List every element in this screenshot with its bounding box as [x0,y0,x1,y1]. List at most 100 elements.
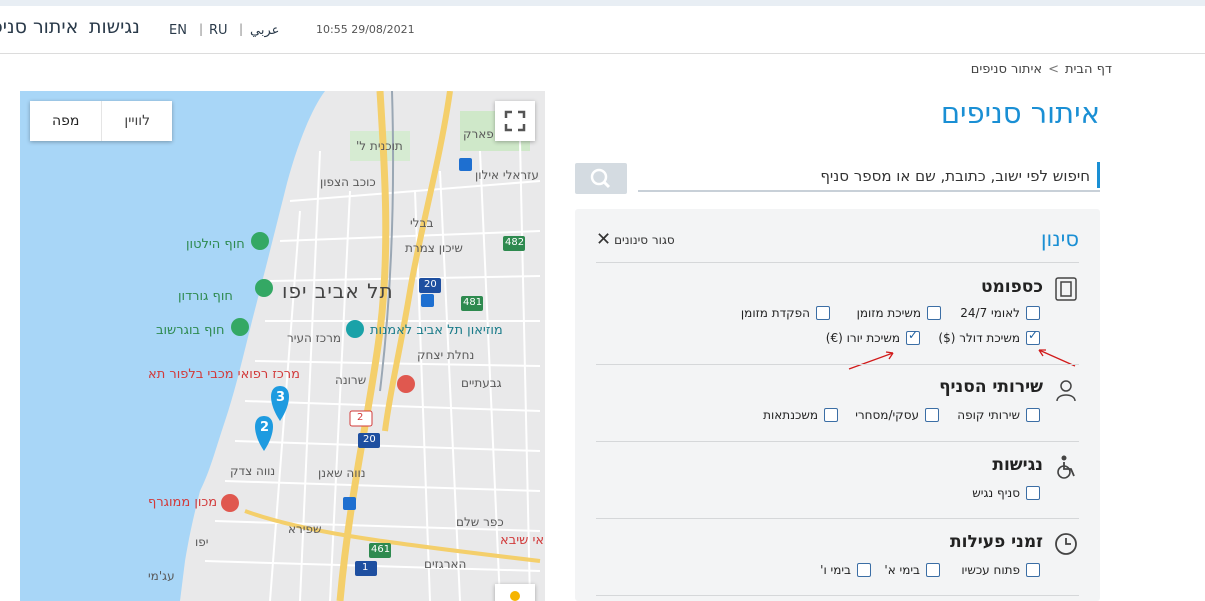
filter-option-label: בימי א' [884,563,920,577]
checkbox[interactable] [857,563,871,577]
lang-separator: | [199,22,204,36]
breadcrumb-home[interactable]: דף הבית [1065,62,1112,77]
checkbox[interactable] [1026,306,1040,320]
road-number: 1 [362,562,369,573]
branch-pin-number[interactable]: 3 [276,390,285,405]
train-station-icon [421,294,434,307]
search-accent-bar [1097,162,1100,188]
map-label: גבעתיים [461,376,502,390]
section-title-hours: זמני פעילות [950,532,1043,552]
filter-option[interactable]: משיכת מזומן [857,306,941,320]
road-number: 481 [463,297,483,308]
search-icon [590,168,611,189]
map-label: תוכנית ל' [356,139,403,153]
beach-marker [231,318,249,336]
map-label: כוכב הצפון [320,175,376,189]
map-type-map-button[interactable]: מפה [30,101,101,141]
map-label-beach: חוף בוגרשוב [156,323,225,338]
filter-option-label: פתוח עכשיו [961,563,1020,577]
checkbox[interactable] [1026,408,1040,422]
medical-marker [221,494,239,512]
map[interactable]: לונה פארק תוכנית ל' עזראלי אילון כוכב הצ… [20,91,545,601]
map-type-satellite-button[interactable]: לוויין [101,101,172,141]
map-label: שיכון צמרת [405,241,463,255]
site-header: איתור סניפים נגישות EN | RU | عربي 10:55… [0,6,1205,54]
fullscreen-button[interactable] [495,101,535,141]
checkbox[interactable] [927,306,941,320]
divider [596,364,1079,365]
road-number: 482 [505,237,525,248]
close-filters-button[interactable]: סגור סינונים ✕ [596,229,675,250]
checkbox[interactable] [1026,563,1040,577]
datetime: 10:55 29/08/2021 [316,23,415,36]
beach-marker [251,232,269,250]
nav-branch-locator[interactable]: איתור סניפים [0,16,78,38]
annotation-arrows [848,351,894,370]
filter-option[interactable]: שירותי קופה [957,408,1040,422]
checkbox[interactable] [1026,486,1040,500]
filter-option[interactable]: בימי א' [884,563,940,577]
checkbox[interactable] [925,408,939,422]
atm-icon [1055,277,1077,301]
branch-pin-number[interactable]: 2 [260,420,269,435]
map-label: נווה שאנן [318,466,366,480]
map-label: נווה צדק [230,464,276,478]
road-number: 2 [357,412,364,423]
filter-option-label: משכנתאות [763,408,818,422]
map-label-medical: מכון ממוגרף [148,495,218,510]
road-number: 20 [424,279,437,290]
map-label: עג'מי [148,569,175,583]
pegman-icon [510,591,520,601]
fullscreen-icon [504,110,526,132]
filter-option[interactable]: משכנתאות [763,408,838,422]
filter-option[interactable]: בימי ו' [820,563,871,577]
filter-option-label: הפקדת מזומן [740,306,810,320]
map-label: מרכז העיר [287,331,342,345]
map-label-medical: מרכז רפואי מכבי בלפור תא [148,367,300,382]
filter-option[interactable]: לאומי 24/7 [960,306,1040,320]
filter-title: סינון [1040,227,1079,251]
divider [596,262,1079,263]
map-label-beach: חוף הילטון [186,237,245,252]
close-icon: ✕ [596,229,612,250]
map-label: כפר שלם [456,515,504,529]
lang-ar[interactable]: عربي [250,23,279,38]
checkbox[interactable] [926,563,940,577]
map-label: עזראלי אילון [475,168,539,182]
divider [596,441,1079,442]
filter-option-label: עסקי/מסחרי [855,408,919,422]
map-label: נחלת יצחק [417,348,475,362]
filter-option-label: שירותי קופה [957,408,1020,422]
filter-option-label: סניף נגיש [972,486,1020,500]
medical-marker [397,375,415,393]
filter-option[interactable]: עסקי/מסחרי [855,408,939,422]
annotation-arrow [1038,349,1076,367]
nav-accessibility[interactable]: נגישות [89,16,140,38]
filter-panel: סינון סגור סינונים ✕ כספומט לאומי 24/7 מ… [575,209,1100,601]
wheelchair-icon [1057,455,1075,479]
filter-option-label: משיכת מזומן [856,306,921,320]
banker-icon [1056,380,1076,402]
close-filters-label: סגור סינונים [614,233,675,247]
search-input[interactable] [650,164,1090,188]
train-station-icon [343,497,356,510]
map-label: שרונה [335,373,367,387]
street-view-button[interactable] [495,584,535,601]
checkbox[interactable] [824,408,838,422]
filter-option-label: לאומי 24/7 [960,306,1020,320]
filter-option[interactable]: הפקדת מזומן [741,306,830,320]
beach-marker [255,279,273,297]
filter-option[interactable]: סניף נגיש [972,486,1040,500]
section-title-atm: כספומט [980,277,1043,297]
road-number: 461 [371,544,391,555]
checkbox[interactable] [816,306,830,320]
filter-option[interactable]: פתוח עכשיו [961,563,1040,577]
lang-en[interactable]: EN [169,23,187,38]
search-button[interactable] [575,163,627,194]
lang-separator: | [239,22,244,36]
lang-ru[interactable]: RU [209,23,228,38]
breadcrumb: דף הבית > איתור סניפים [971,62,1112,77]
page-title: איתור סניפים [940,96,1100,130]
map-label: יפו [195,535,209,549]
clock-icon [1055,533,1077,555]
